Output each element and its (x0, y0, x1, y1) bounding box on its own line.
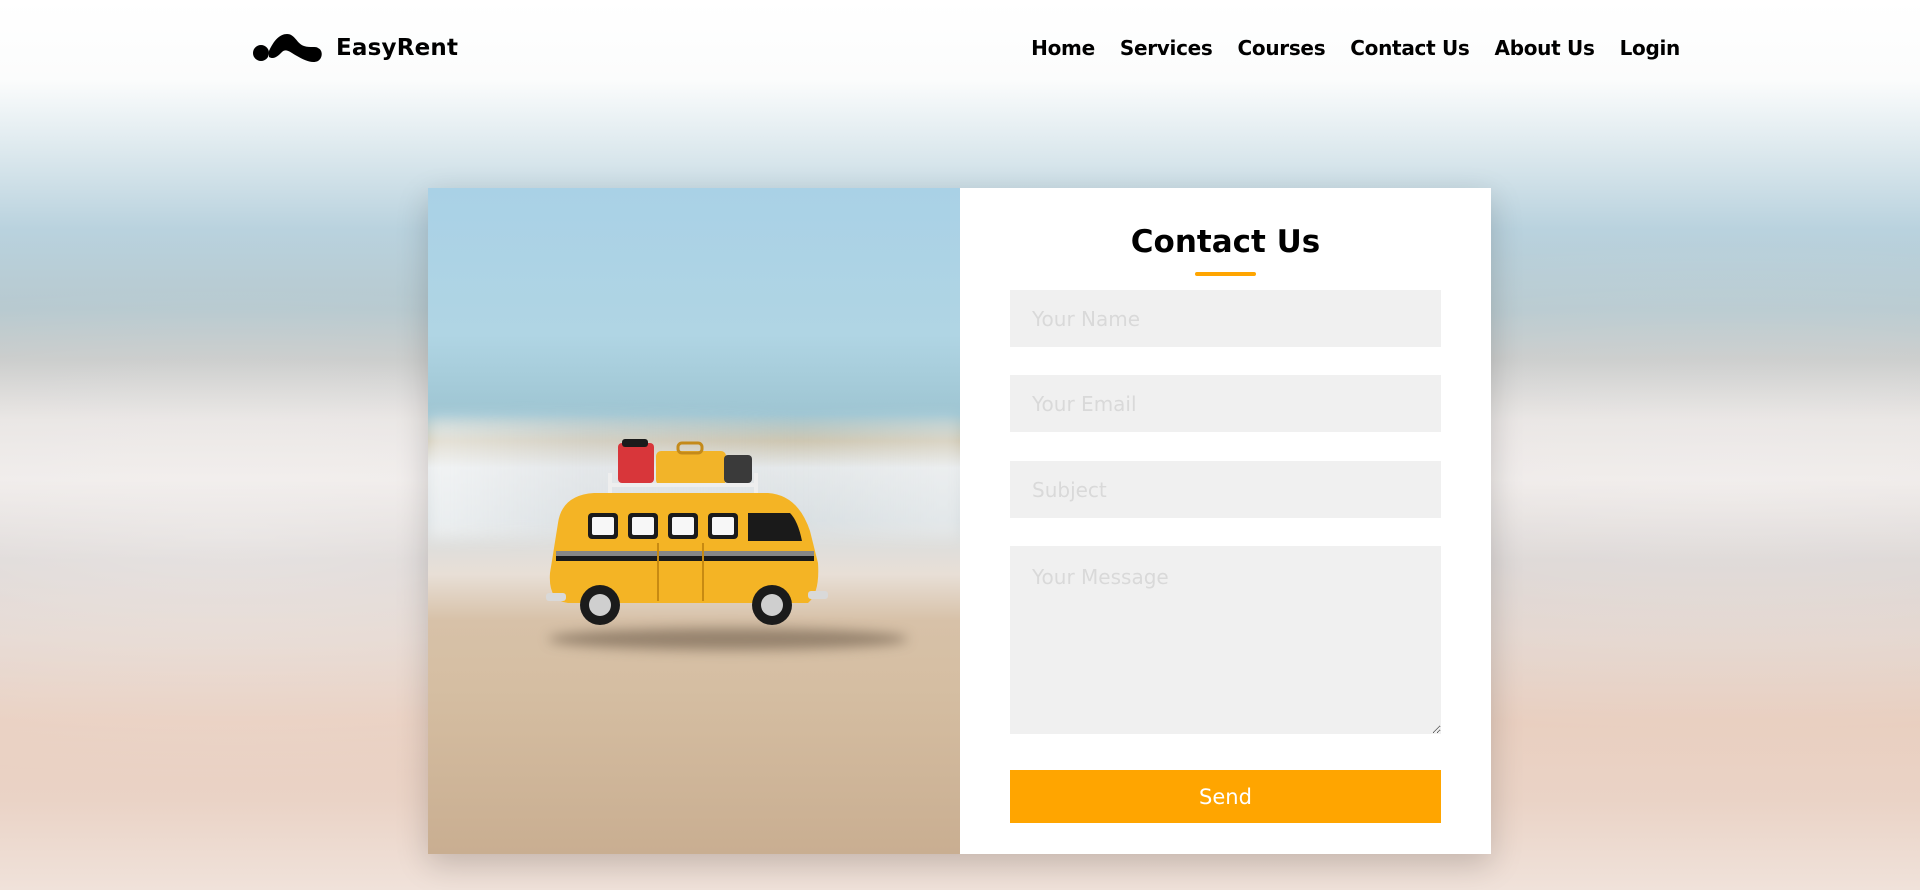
nav-link-services[interactable]: Services (1120, 36, 1213, 60)
form-title: Contact Us (1130, 224, 1321, 260)
title-underline (1195, 272, 1256, 276)
toy-bus-on-beach-image (428, 188, 960, 854)
nav-link-login[interactable]: Login (1620, 36, 1681, 60)
contact-card: Contact Us Send (428, 188, 1491, 854)
brand-logo-link[interactable]: EasyRent (252, 28, 458, 68)
nav-link-home[interactable]: Home (1031, 36, 1095, 60)
send-button[interactable]: Send (1010, 770, 1441, 823)
brand-name: EasyRent (336, 35, 459, 61)
toy-bus-illustration (546, 439, 828, 625)
nav-link-contact-us[interactable]: Contact Us (1350, 36, 1470, 60)
subject-input[interactable] (1010, 461, 1441, 518)
nav-links: Home Services Courses Contact Us About U… (1031, 36, 1680, 60)
top-navbar: EasyRent Home Services Courses Contact U… (0, 0, 1920, 100)
message-textarea[interactable] (1010, 546, 1441, 734)
name-input[interactable] (1010, 290, 1441, 347)
nav-link-about-us[interactable]: About Us (1495, 36, 1595, 60)
email-input[interactable] (1010, 375, 1441, 432)
blob-link-icon (253, 34, 322, 63)
contact-form-panel: Contact Us Send (960, 188, 1491, 854)
nav-link-courses[interactable]: Courses (1238, 36, 1326, 60)
